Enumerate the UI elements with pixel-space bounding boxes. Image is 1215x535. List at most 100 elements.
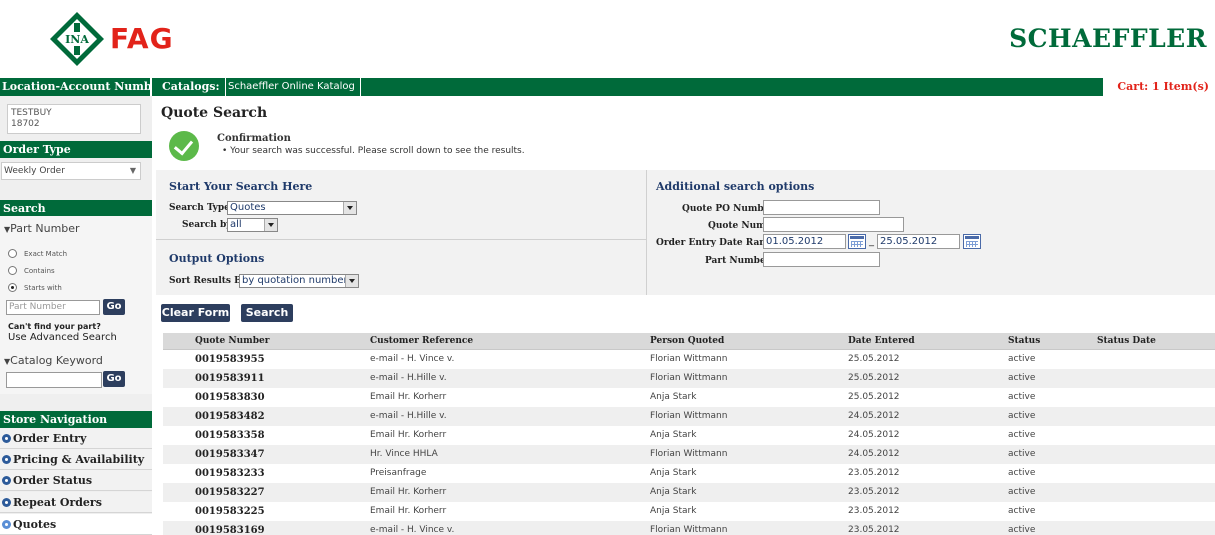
cart-link[interactable]: Cart: 1 Item(s) [1103,78,1215,96]
quote-number-link[interactable]: 0019583358 [195,426,265,445]
part-number-input[interactable]: Part Number [6,300,100,315]
bullet-icon [2,476,11,485]
column-header[interactable]: Status Date [1097,333,1156,350]
order-type-header: Order Type [0,141,152,158]
bullet-icon [2,434,11,443]
quote-number-link[interactable]: 0019583347 [195,445,265,464]
search-form-right: Additional search options Quote PO Numbe… [646,170,1215,295]
confirmation-message: • Your search was successful. Please scr… [222,146,525,156]
table-cell: Email Hr. Korherr [370,392,447,402]
quote-number-link[interactable]: 0019583955 [195,350,265,369]
calendar-icon[interactable] [848,234,866,249]
part-number-go-button[interactable]: Go [103,299,125,315]
nav-order-status[interactable]: Order Status [0,470,152,491]
table-row[interactable]: 0019583482 e-mail - H.Hille v. Florian Wit… [163,407,1215,426]
table-cell: Florian Wittmann [650,449,728,459]
table-cell: 23.05.2012 [848,525,900,535]
catalog-keyword-input[interactable] [6,372,102,388]
search-button[interactable]: Search [241,304,293,322]
account-box: TESTBUY 18702 [7,104,141,134]
order-type-value: Weekly Order [4,166,65,176]
quote-number-link[interactable]: 0019583225 [195,502,265,521]
order-type-select[interactable]: Weekly Order ▼ [1,162,141,180]
catalog-keyword-toggle[interactable]: ▼Catalog Keyword [4,354,103,367]
radio-label: Contains [24,266,55,275]
dropdown-arrow-icon [264,219,277,231]
nav-quotes[interactable]: Quotes [0,514,152,535]
radio-contains[interactable]: Contains [8,266,55,275]
date-to-input[interactable]: 25.05.2012 [877,234,960,249]
nav-label: Order Status [13,474,93,487]
part-number-toggle[interactable]: ▼Part Number [4,222,80,235]
table-cell: Anja Stark [650,430,697,440]
nav-label: Quotes [13,518,57,531]
advanced-search-link[interactable]: Use Advanced Search [8,332,117,343]
start-search-title: Start Your Search Here [169,180,313,193]
search-header: Search [0,200,152,217]
nav-pricing-availability[interactable]: Pricing & Availability [0,449,152,470]
table-row[interactable]: 0019583233 Preisanfrage Anja Stark 23.05.20… [163,464,1215,483]
calendar-icon[interactable] [963,234,981,249]
radio-exact-match[interactable]: Exact Match [8,249,67,258]
radio-selected-icon [8,283,17,292]
nav-label: Pricing & Availability [13,453,145,466]
table-cell: Anja Stark [650,506,697,516]
column-header[interactable]: Customer Reference [370,333,473,350]
quote-number-link[interactable]: 0019583169 [195,521,265,535]
table-row[interactable]: 0019583227 Email Hr. Korherr Anja Stark 23.… [163,483,1215,502]
radio-starts-with[interactable]: Starts with [8,283,62,292]
table-cell: 24.05.2012 [848,449,900,459]
divider [156,239,646,240]
column-header[interactable]: Status [1008,333,1040,350]
clear-form-button[interactable]: Clear Form [161,304,230,322]
bullet-icon [2,498,11,507]
table-row[interactable]: 0019583225 Email Hr. Korherr Anja Stark 23.… [163,502,1215,521]
table-row[interactable]: 0019583169 e-mail - H. Vince v. Florian Wi… [163,521,1215,535]
table-row[interactable]: 0019583347 Hr. Vince HHLA Florian Wittmann… [163,445,1215,464]
table-cell: 25.05.2012 [848,373,900,383]
quote-number-link[interactable]: 0019583482 [195,407,265,426]
sidebar: TESTBUY 18702 Order Type Weekly Order ▼ … [0,96,152,535]
table-cell: Florian Wittmann [650,354,728,364]
schaeffler-logo: SCHAEFFLER [1009,24,1207,53]
catalogs-label: Catalogs: [157,78,226,96]
part-number-field[interactable] [763,252,880,267]
quote-number-link[interactable]: 0019583227 [195,483,265,502]
quote-number-input[interactable] [763,217,904,232]
quote-number-link[interactable]: 0019583830 [195,388,265,407]
column-header[interactable]: Person Quoted [650,333,724,350]
radio-icon [8,266,17,275]
table-cell: Florian Wittmann [650,373,728,383]
ina-logo: INA [50,12,104,66]
table-body: 0019583955 e-mail - H. Vince v. Florian Wi… [163,350,1215,535]
table-row[interactable]: 0019583911 e-mail - H.Hille v. Florian Wit… [163,369,1215,388]
nav-repeat-orders[interactable]: Repeat Orders [0,492,152,513]
search-by-label: Search by [182,220,232,230]
table-row[interactable]: 0019583830 Email Hr. Korherr Anja Stark 25.… [163,388,1215,407]
table-cell: 23.05.2012 [848,506,900,516]
search-by-select[interactable]: all [227,218,278,232]
quote-po-number-input[interactable] [763,200,880,215]
table-cell: active [1008,449,1036,459]
table-row[interactable]: 0019583358 Email Hr. Korherr Anja Stark 24.… [163,426,1215,445]
table-cell: active [1008,392,1036,402]
sort-results-select[interactable]: by quotation number [239,274,359,288]
quote-number-link[interactable]: 0019583233 [195,464,265,483]
search-type-select[interactable]: Quotes [227,201,357,215]
catalog-link[interactable]: Schaeffler Online Katalog [223,78,361,96]
table-row[interactable]: 0019583955 e-mail - H. Vince v. Florian Wi… [163,350,1215,369]
column-header[interactable]: Quote Number [195,333,269,350]
table-header: Quote Number Customer Reference Person Q… [163,333,1215,350]
header: INA FAG SCHAEFFLER [0,0,1215,78]
quote-number-link[interactable]: 0019583911 [195,369,265,388]
part-number-toggle-label: Part Number [10,222,80,235]
location-account-label: Location-Account Number [0,78,152,96]
table-cell: Hr. Vince HHLA [370,449,438,459]
part-number-label: Part Number [705,256,771,266]
date-range-separator: _ [869,236,874,247]
column-header[interactable]: Date Entered [848,333,915,350]
sort-results-value: by quotation number [242,275,348,286]
nav-order-entry[interactable]: Order Entry [0,428,152,449]
catalog-keyword-go-button[interactable]: Go [103,371,125,387]
date-from-input[interactable]: 01.05.2012 [763,234,846,249]
